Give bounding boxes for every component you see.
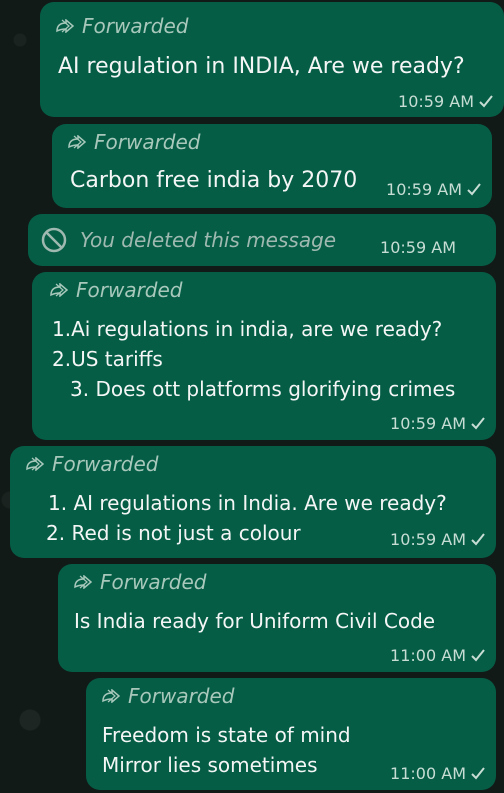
forwarded-label: Forwarded [56, 14, 189, 38]
message-line: 2. Red is not just a colour [46, 521, 301, 545]
forwarded-text: Forwarded [94, 130, 201, 154]
forwarded-label: Forwarded [74, 570, 207, 594]
forwarded-label: Forwarded [50, 278, 183, 302]
message-time: 10:59 AM [390, 414, 466, 433]
message-line: Mirror lies sometimes [102, 753, 318, 777]
deleted-text: You deleted this message [80, 228, 337, 252]
forwarded-label: Forwarded [102, 684, 235, 708]
message-line: 1.Ai regulations in india, are we ready? [52, 317, 443, 341]
message-time: 11:00 AM [390, 646, 466, 665]
forwarded-text: Forwarded [100, 570, 207, 594]
message-line: 2.US tariffs [52, 347, 163, 371]
message-text: Is India ready for Uniform Civil Code [74, 609, 436, 633]
message-time: 11:00 AM [390, 764, 466, 783]
check-icon [471, 417, 485, 430]
message-text: Carbon free india by 2070 [70, 168, 358, 193]
message-line: 1. AI regulations in India. Are we ready… [48, 491, 447, 515]
check-icon [471, 649, 485, 662]
forwarded-text: Forwarded [76, 278, 183, 302]
message-time: 10:59 AM [380, 238, 456, 257]
message-time: 10:59 AM [386, 180, 462, 199]
forward-arrow-icon [56, 19, 74, 33]
forward-arrow-icon [26, 457, 44, 471]
forwarded-label: Forwarded [68, 130, 201, 154]
message-time: 10:59 AM [398, 92, 474, 111]
deleted-message: You deleted this message [40, 226, 336, 254]
message-bubble[interactable]: Forwarded 1. AI regulations in India. Ar… [10, 446, 496, 558]
message-bubble[interactable]: Forwarded AI regulation in INDIA, Are we… [40, 2, 504, 117]
check-icon [471, 767, 485, 780]
message-line: Freedom is state of mind [102, 723, 351, 747]
check-icon [471, 533, 485, 546]
forwarded-text: Forwarded [52, 452, 159, 476]
check-icon [467, 183, 481, 196]
deleted-message-bubble[interactable]: You deleted this message 10:59 AM [28, 214, 496, 266]
message-text: AI regulation in INDIA, Are we ready? [58, 54, 465, 79]
message-bubble[interactable]: Forwarded 1.Ai regulations in india, are… [32, 272, 496, 440]
check-icon [479, 95, 493, 108]
message-bubble[interactable]: Forwarded Carbon free india by 2070 10:5… [52, 124, 492, 208]
forward-arrow-icon [74, 575, 92, 589]
message-time: 10:59 AM [390, 530, 466, 549]
message-bubble[interactable]: Forwarded Freedom is state of mind Mirro… [86, 678, 496, 790]
forwarded-text: Forwarded [128, 684, 235, 708]
message-line: 3. Does ott platforms glorifying crimes [70, 377, 456, 401]
forward-arrow-icon [102, 689, 120, 703]
forward-arrow-icon [68, 135, 86, 149]
forward-arrow-icon [50, 283, 68, 297]
message-bubble[interactable]: Forwarded Is India ready for Uniform Civ… [58, 564, 496, 672]
forwarded-text: Forwarded [82, 14, 189, 38]
forwarded-label: Forwarded [26, 452, 159, 476]
blocked-icon [41, 227, 67, 253]
